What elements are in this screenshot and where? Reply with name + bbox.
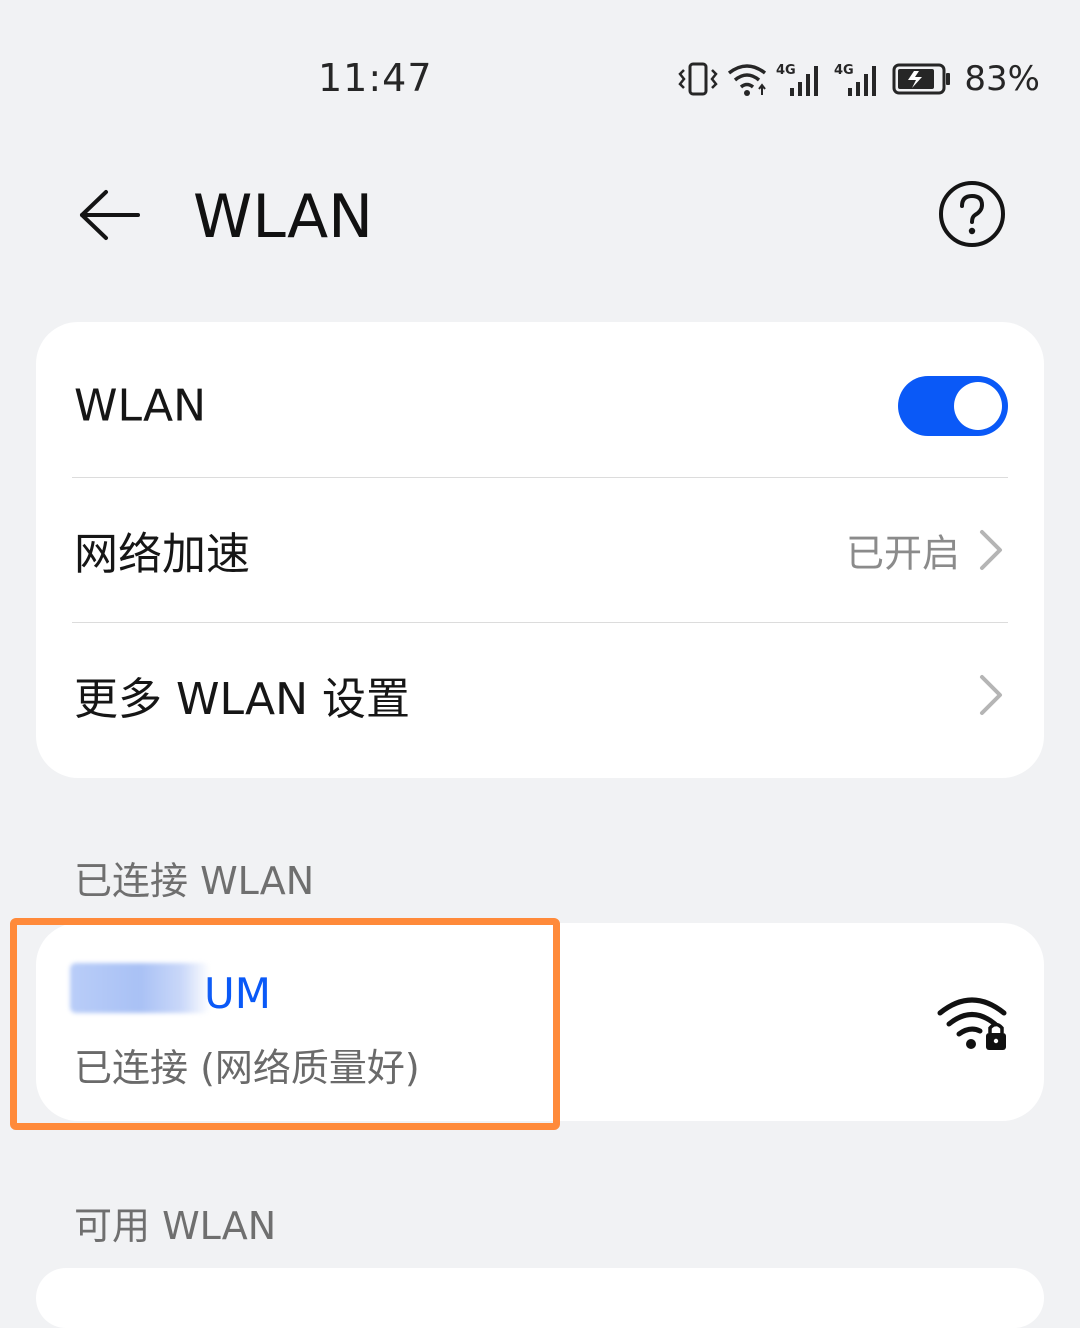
battery-charging-icon	[892, 61, 952, 97]
more-wlan-settings-label: 更多 WLAN 设置	[74, 674, 411, 725]
redacted-name-blur	[70, 963, 210, 1013]
svg-text:4G: 4G	[834, 63, 854, 78]
more-wlan-settings-row[interactable]: 更多 WLAN 设置	[72, 623, 1008, 767]
connected-wlan-header: 已连接 WLAN	[74, 859, 315, 903]
signal-4g-icon: 4G	[834, 60, 884, 98]
network-acceleration-row[interactable]: 网络加速 已开启	[72, 478, 1008, 622]
status-icons: 4G 4G 83%	[678, 56, 1040, 102]
wifi-status-icon	[726, 61, 768, 97]
toggle-knob	[954, 382, 1002, 430]
network-acceleration-label: 网络加速	[74, 529, 250, 580]
page-title: WLAN	[193, 182, 374, 252]
help-icon	[936, 178, 1008, 250]
available-networks-card	[36, 1268, 1044, 1328]
signal-4g-icon: 4G	[776, 60, 826, 98]
status-time: 11:47	[318, 56, 433, 100]
wlan-toggle-label: WLAN	[74, 380, 207, 432]
chevron-right-icon	[976, 673, 1006, 717]
help-button[interactable]	[936, 178, 1008, 250]
svg-text:4G: 4G	[776, 63, 796, 78]
status-bar: 11:47 4G 4G 83%	[0, 0, 1080, 150]
network-acceleration-value: 已开启	[845, 531, 960, 576]
wlan-toggle-row[interactable]: WLAN	[72, 334, 1008, 478]
battery-percent: 83%	[964, 59, 1040, 99]
vibrate-icon	[678, 60, 719, 98]
available-wlan-header: 可用 WLAN	[74, 1204, 277, 1248]
title-bar: WLAN	[0, 160, 1080, 270]
wifi-lock-icon	[936, 993, 1010, 1053]
chevron-right-icon	[976, 528, 1006, 572]
wlan-toggle-switch[interactable]	[898, 376, 1008, 436]
back-arrow-icon	[76, 188, 140, 242]
back-button[interactable]	[68, 180, 148, 250]
network-status: 已连接 (网络质量好)	[74, 1046, 420, 1090]
connected-network-card[interactable]: UM 已连接 (网络质量好)	[36, 923, 1044, 1121]
wlan-settings-card: WLAN 网络加速 已开启 更多 WLAN 设置	[36, 322, 1044, 778]
